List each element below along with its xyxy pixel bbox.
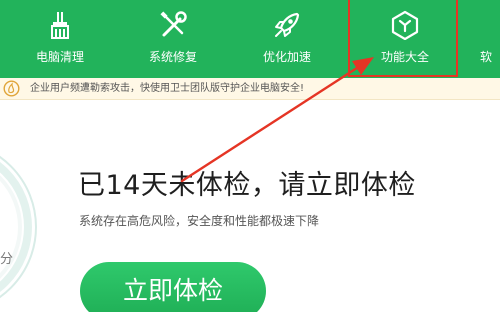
- toolbar-item-label: 电脑清理: [35, 50, 84, 64]
- broom-icon: [51, 12, 69, 39]
- toolbar-item-software[interactable]: 软: [480, 0, 500, 78]
- risk-description: 系统存在高危风险，安全度和性能都极速下降: [79, 214, 320, 228]
- notice-text: 企业用户频遭勒索攻击，快使用卫士团队版守护企业电脑安全!: [30, 83, 305, 94]
- toolbar-item-label: 优化加速: [262, 50, 311, 64]
- toolbar-item-label: 系统修复: [148, 50, 197, 64]
- toolbar-item-label: 软: [480, 50, 493, 64]
- wrench-screwdriver-icon: [160, 11, 187, 37]
- health-score-ring: [0, 155, 37, 299]
- toolbar-item-label: 功能大全: [380, 50, 429, 64]
- warning-circle-icon: [3, 80, 20, 97]
- score-unit-label: 分: [0, 252, 14, 267]
- toolbar-item-system-repair[interactable]: 系统修复: [134, 0, 212, 78]
- toolbar-item-all-features[interactable]: 功能大全: [348, 0, 462, 78]
- toolbar-item-pc-cleanup[interactable]: 电脑清理: [22, 0, 98, 78]
- notice-bar[interactable]: 企业用户频遭勒索攻击，快使用卫士团队版守护企业电脑安全!: [0, 78, 500, 100]
- start-checkup-button[interactable]: 立即体检: [80, 262, 266, 312]
- checkup-headline: 已14天未体检，请立即体检: [78, 170, 416, 201]
- app-window: 电脑清理 系统修复 优化加速 功能大全 软 企业用户频遭勒索攻击，快使用卫士团队…: [0, 0, 500, 312]
- toolbar-item-optimize-speed[interactable]: 优化加速: [248, 0, 326, 78]
- rocket-icon: [275, 12, 300, 37]
- cube-icon: [391, 10, 419, 40]
- top-toolbar: 电脑清理 系统修复 优化加速 功能大全 软: [0, 0, 500, 78]
